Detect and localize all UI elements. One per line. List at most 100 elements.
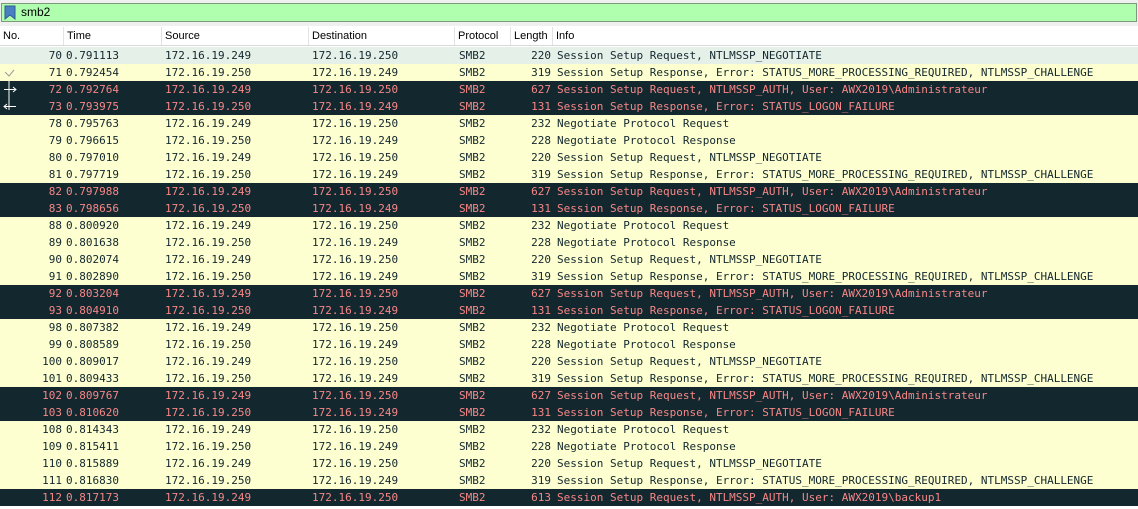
packet-row[interactable]: 100 0.809017 172.16.19.249 172.16.19.250 SMB… [0, 353, 1138, 370]
packet-row[interactable]: 71 0.792454 172.16.19.250 172.16.19.249 SMB2… [0, 64, 1138, 81]
packet-destination: 172.16.19.250 [312, 457, 399, 470]
packet-number: 81 [48, 168, 62, 181]
packet-row[interactable]: 72 0.792764 172.16.19.249 172.16.19.250 SMB2… [0, 81, 1138, 98]
packet-number: 109 [42, 440, 62, 453]
packet-time: 0.797010 [66, 151, 119, 164]
column-header-protocol[interactable]: Protocol [455, 27, 511, 45]
packet-number: 93 [48, 304, 62, 317]
packet-destination: 172.16.19.250 [312, 287, 399, 300]
packet-time: 0.815889 [66, 457, 119, 470]
packet-number: 73 [48, 100, 62, 113]
packet-source: 172.16.19.249 [165, 457, 252, 470]
packet-time: 0.796615 [66, 134, 119, 147]
packet-destination: 172.16.19.249 [312, 406, 399, 419]
packet-destination: 172.16.19.249 [312, 440, 399, 453]
packet-destination: 172.16.19.249 [312, 168, 399, 181]
packet-destination: 172.16.19.249 [312, 202, 399, 215]
packet-length: 627 [531, 83, 551, 96]
packet-row[interactable]: 102 0.809767 172.16.19.249 172.16.19.250 SMB… [0, 387, 1138, 404]
packet-protocol: SMB2 [459, 474, 486, 487]
bookmark-icon[interactable] [4, 5, 16, 21]
packet-row[interactable]: 110 0.815889 172.16.19.249 172.16.19.250 SMB… [0, 455, 1138, 472]
packet-length: 232 [531, 117, 551, 130]
packet-time: 0.802890 [66, 270, 119, 283]
packet-protocol: SMB2 [459, 406, 486, 419]
packet-row[interactable]: 80 0.797010 172.16.19.249 172.16.19.250 SMB2… [0, 149, 1138, 166]
packet-length: 228 [531, 134, 551, 147]
column-header-no[interactable]: No. [0, 27, 64, 45]
packet-destination: 172.16.19.250 [312, 389, 399, 402]
packet-row[interactable]: 109 0.815411 172.16.19.250 172.16.19.249 SMB… [0, 438, 1138, 455]
packet-protocol: SMB2 [459, 100, 486, 113]
packet-number: 110 [42, 457, 62, 470]
packet-length: 319 [531, 474, 551, 487]
packet-row[interactable]: 73 0.793975 172.16.19.250 172.16.19.249 SMB2… [0, 98, 1138, 115]
packet-row[interactable]: 101 0.809433 172.16.19.250 172.16.19.249 SMB… [0, 370, 1138, 387]
packet-info: Session Setup Request, NTLMSSP_NEGOTIATE [557, 457, 822, 470]
packet-length: 131 [531, 406, 551, 419]
packet-row[interactable]: 70 0.791113 172.16.19.249 172.16.19.250 SMB2… [0, 47, 1138, 64]
packet-info: Session Setup Request, NTLMSSP_NEGOTIATE [557, 253, 822, 266]
packet-source: 172.16.19.250 [165, 304, 252, 317]
packet-protocol: SMB2 [459, 355, 486, 368]
packet-protocol: SMB2 [459, 168, 486, 181]
packet-row[interactable]: 82 0.797988 172.16.19.249 172.16.19.250 SMB2… [0, 183, 1138, 200]
packet-row[interactable]: 112 0.817173 172.16.19.249 172.16.19.250 SMB… [0, 489, 1138, 506]
packet-destination: 172.16.19.250 [312, 151, 399, 164]
packet-row[interactable]: 98 0.807382 172.16.19.249 172.16.19.250 SMB2… [0, 319, 1138, 336]
packet-row[interactable]: 91 0.802890 172.16.19.250 172.16.19.249 SMB2… [0, 268, 1138, 285]
packet-info: Session Setup Response, Error: STATUS_MO… [557, 66, 1094, 79]
column-header-info[interactable]: Info [553, 27, 1138, 45]
packet-row[interactable]: 93 0.804910 172.16.19.250 172.16.19.249 SMB2… [0, 302, 1138, 319]
packet-row[interactable]: 79 0.796615 172.16.19.250 172.16.19.249 SMB2… [0, 132, 1138, 149]
packet-source: 172.16.19.249 [165, 151, 252, 164]
packet-time: 0.795763 [66, 117, 119, 130]
packet-source: 172.16.19.250 [165, 66, 252, 79]
packet-row[interactable]: 99 0.808589 172.16.19.250 172.16.19.249 SMB2… [0, 336, 1138, 353]
packet-row[interactable]: 108 0.814343 172.16.19.249 172.16.19.250 SMB… [0, 421, 1138, 438]
packet-row[interactable]: 90 0.802074 172.16.19.249 172.16.19.250 SMB2… [0, 251, 1138, 268]
packet-destination: 172.16.19.250 [312, 253, 399, 266]
packet-row[interactable]: 103 0.810620 172.16.19.250 172.16.19.249 SMB… [0, 404, 1138, 421]
display-filter-input[interactable]: smb2 [1, 3, 1137, 22]
packet-row[interactable]: 92 0.803204 172.16.19.249 172.16.19.250 SMB2… [0, 285, 1138, 302]
packet-source: 172.16.19.250 [165, 202, 252, 215]
packet-time: 0.801638 [66, 236, 119, 249]
packet-row[interactable]: 81 0.797719 172.16.19.250 172.16.19.249 SMB2… [0, 166, 1138, 183]
packet-number: 111 [42, 474, 62, 487]
packet-source: 172.16.19.249 [165, 117, 252, 130]
packet-number: 102 [42, 389, 62, 402]
packet-destination: 172.16.19.250 [312, 49, 399, 62]
packet-info: Session Setup Request, NTLMSSP_AUTH, Use… [557, 389, 988, 402]
packet-destination: 172.16.19.250 [312, 117, 399, 130]
packet-protocol: SMB2 [459, 202, 486, 215]
packet-length: 220 [531, 355, 551, 368]
packet-source: 172.16.19.250 [165, 338, 252, 351]
packet-row[interactable]: 83 0.798656 172.16.19.250 172.16.19.249 SMB2… [0, 200, 1138, 217]
column-header-time[interactable]: Time [64, 27, 162, 45]
packet-row[interactable]: 89 0.801638 172.16.19.250 172.16.19.249 SMB2… [0, 234, 1138, 251]
packet-length: 131 [531, 304, 551, 317]
packet-row[interactable]: 78 0.795763 172.16.19.249 172.16.19.250 SMB2… [0, 115, 1138, 132]
packet-info: Session Setup Response, Error: STATUS_LO… [557, 202, 895, 215]
packet-source: 172.16.19.250 [165, 168, 252, 181]
column-header-destination[interactable]: Destination [309, 27, 455, 45]
packet-row[interactable]: 88 0.800920 172.16.19.249 172.16.19.250 SMB2… [0, 217, 1138, 234]
packet-info: Session Setup Response, Error: STATUS_LO… [557, 304, 895, 317]
packet-protocol: SMB2 [459, 440, 486, 453]
packet-number: 100 [42, 355, 62, 368]
packet-source: 172.16.19.249 [165, 287, 252, 300]
packet-length: 319 [531, 270, 551, 283]
packet-source: 172.16.19.249 [165, 321, 252, 334]
column-header-length[interactable]: Length [511, 27, 553, 45]
packet-time: 0.797988 [66, 185, 119, 198]
packet-protocol: SMB2 [459, 304, 486, 317]
packet-info: Session Setup Request, NTLMSSP_NEGOTIATE [557, 355, 822, 368]
packet-time: 0.810620 [66, 406, 119, 419]
packet-source: 172.16.19.249 [165, 83, 252, 96]
packet-row[interactable]: 111 0.816830 172.16.19.250 172.16.19.249 SMB… [0, 472, 1138, 489]
packet-info: Session Setup Request, NTLMSSP_AUTH, Use… [557, 83, 988, 96]
column-header-source[interactable]: Source [162, 27, 309, 45]
packet-time: 0.809767 [66, 389, 119, 402]
packet-number: 99 [48, 338, 62, 351]
